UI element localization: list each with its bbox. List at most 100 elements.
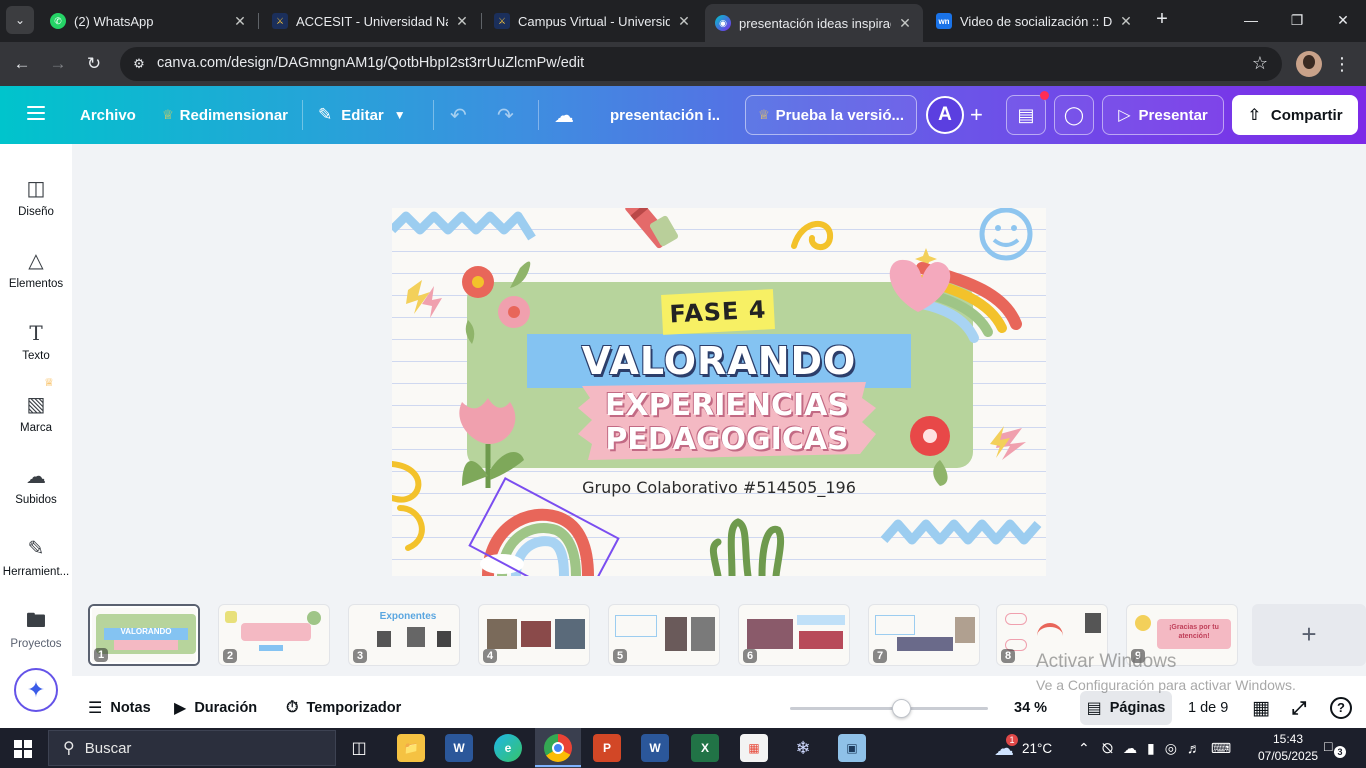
sidebar-item-elements[interactable]: △ Elementos xyxy=(0,226,72,298)
timer-button[interactable]: ⏱ Temporizador xyxy=(286,690,401,726)
slide-subtitle-line2[interactable]: PEDAGOGICAS xyxy=(582,422,872,458)
page-thumbnail-2[interactable]: 2 xyxy=(218,604,330,666)
omnibox[interactable]: ⚙ canva.com/design/DAGmngnAM1g/QotbHbpI2… xyxy=(120,47,1282,81)
sidebar-item-design[interactable]: ◫ Diseño xyxy=(0,154,72,226)
browser-tab-canva[interactable]: ◉ presentación ideas inspirado ✕ xyxy=(705,4,923,42)
notifications-icon[interactable]: □ 3 xyxy=(1324,738,1346,758)
sidebar-item-text[interactable]: T Texto xyxy=(0,298,72,370)
browser-tab-accesit[interactable]: ⚔ ACCESIT - Universidad Nacio ✕ xyxy=(262,4,480,38)
back-button[interactable]: ← xyxy=(8,50,36,78)
task-view-icon[interactable]: ◫ xyxy=(345,734,373,762)
word-icon-2[interactable]: W xyxy=(641,734,669,762)
magic-assistant-icon[interactable]: ✦ xyxy=(14,668,58,712)
duration-button[interactable]: ▶ Duración xyxy=(174,690,257,726)
speaker-icon[interactable]: ♬ xyxy=(1187,740,1201,756)
battery-icon[interactable]: ▮ xyxy=(1147,740,1155,757)
sidebar-item-brand[interactable]: ▧ ♕ Marca xyxy=(0,370,72,442)
profile-avatar[interactable] xyxy=(1296,51,1322,77)
page-thumbnail-1[interactable]: VALORANDO 1 xyxy=(88,604,200,666)
hamburger-menu-icon[interactable] xyxy=(27,106,45,120)
app-icon[interactable]: ❄ xyxy=(789,734,817,762)
share-button[interactable]: ⇧ Compartir xyxy=(1232,95,1358,135)
page-thumbnail-5[interactable]: 5 xyxy=(608,604,720,666)
restore-button[interactable]: ❐ xyxy=(1274,6,1320,34)
page-thumbnail-6[interactable]: 6 xyxy=(738,604,850,666)
phase-label[interactable]: FASE 4 xyxy=(661,289,775,335)
cloud-saved-icon[interactable]: ☁ xyxy=(554,86,574,144)
resize-button[interactable]: ♕ Redimensionar xyxy=(162,86,288,144)
search-placeholder: Buscar xyxy=(84,739,132,757)
file-explorer-icon[interactable]: 📁 xyxy=(397,734,425,762)
slide-subtitle-line1[interactable]: EXPERIENCIAS xyxy=(582,388,872,424)
sidebar-item-tools[interactable]: ✎ Herramient... xyxy=(0,514,72,586)
zoom-slider[interactable] xyxy=(790,699,988,718)
minimize-button[interactable]: — xyxy=(1228,6,1274,34)
windows-start-icon[interactable] xyxy=(14,740,32,758)
taskbar-search[interactable]: ⚲ Buscar xyxy=(48,730,336,766)
fullscreen-icon[interactable]: ⤢ xyxy=(1292,690,1306,726)
slide-title[interactable]: VALORANDO xyxy=(527,336,911,386)
edge-icon[interactable]: e xyxy=(494,734,522,762)
close-icon[interactable]: ✕ xyxy=(232,13,248,30)
slide-canvas[interactable]: FASE 4 VALORANDO EXPERIENCIAS PEDAGOGICA… xyxy=(392,208,1046,576)
browser-menu-icon[interactable]: ⋮ xyxy=(1332,50,1352,78)
page-thumbnail-4[interactable]: 4 xyxy=(478,604,590,666)
close-icon[interactable]: ✕ xyxy=(676,13,692,30)
redo-icon[interactable]: ↷ xyxy=(497,86,514,144)
user-avatar[interactable]: A xyxy=(926,96,964,134)
pages-view-button[interactable]: ▤ Páginas xyxy=(1080,691,1172,725)
bookmark-star-icon[interactable]: ☆ xyxy=(1252,53,1268,74)
tray-icons[interactable]: ⌃ ⦰ ☁ ▮ ◎ ♬ ⌨ xyxy=(1078,728,1231,768)
zoom-slider-handle[interactable] xyxy=(892,699,911,718)
close-icon[interactable]: ✕ xyxy=(454,13,470,30)
share-icon: ⇧ xyxy=(1247,107,1261,124)
word-icon[interactable]: W xyxy=(445,734,473,762)
comments-icon[interactable]: ◯ xyxy=(1054,95,1094,135)
chevron-up-icon[interactable]: ⌃ xyxy=(1078,740,1090,757)
browser-tab-whatsapp[interactable]: ✆ (2) WhatsApp ✕ xyxy=(40,4,258,38)
insights-icon[interactable]: ▤ xyxy=(1006,95,1046,135)
close-icon[interactable]: ✕ xyxy=(1118,13,1134,30)
onedrive-icon[interactable]: ☁ xyxy=(1123,740,1137,757)
excel-icon[interactable]: X xyxy=(691,734,719,762)
undo-icon[interactable]: ↶ xyxy=(450,86,467,144)
file-menu[interactable]: Archivo xyxy=(80,86,136,144)
grid-view-icon[interactable]: ▦ xyxy=(1252,690,1270,726)
page-thumbnail-3[interactable]: Exponentes 3 xyxy=(348,604,460,666)
help-button[interactable]: ? xyxy=(1330,690,1352,726)
browser-tab-video[interactable]: wn Video de socialización :: DES ✕ xyxy=(926,4,1144,38)
keyboard-icon[interactable]: ⌨ xyxy=(1211,740,1231,757)
present-button[interactable]: ▷ Presentar xyxy=(1102,95,1224,135)
site-info-icon[interactable]: ⚙ xyxy=(130,55,148,73)
weather-widget[interactable]: ☁ 1 21°C xyxy=(994,728,1052,768)
store-icon[interactable]: ▦ xyxy=(740,734,768,762)
forward-button[interactable]: → xyxy=(44,50,72,78)
edit-menu[interactable]: ✎ Editar ▼ xyxy=(318,86,406,144)
divider xyxy=(538,100,539,130)
reload-button[interactable]: ↻ xyxy=(80,50,108,78)
close-window-button[interactable]: ✕ xyxy=(1320,6,1366,34)
document-title[interactable]: presentación i... xyxy=(610,86,720,144)
no-network-icon[interactable]: ⦰ xyxy=(1102,740,1113,757)
close-icon[interactable]: ✕ xyxy=(897,15,913,32)
wifi-icon[interactable]: ◎ xyxy=(1165,740,1177,757)
powerpoint-icon[interactable]: P xyxy=(593,734,621,762)
sidebar-item-uploads[interactable]: ☁ Subidos xyxy=(0,442,72,514)
photos-icon[interactable]: ▣ xyxy=(838,734,866,762)
sidebar-item-projects[interactable]: 🖿 Proyectos xyxy=(0,586,72,658)
add-collaborator-icon[interactable]: + xyxy=(970,86,983,144)
browser-tab-campus[interactable]: ⚔ Campus Virtual - Universidad ✕ xyxy=(484,4,702,38)
zoom-percentage[interactable]: 34 % xyxy=(1014,690,1047,726)
notes-button[interactable]: ☰ Notas xyxy=(88,690,151,726)
url-text[interactable]: canva.com/design/DAGmngnAM1g/QotbHbpI2st… xyxy=(157,55,584,71)
page-thumbnail-7[interactable]: 7 xyxy=(868,604,980,666)
taskbar-clock[interactable]: 15:43 07/05/2025 xyxy=(1258,731,1318,765)
add-page-button[interactable]: + xyxy=(1252,604,1366,666)
trial-button[interactable]: ♕ Prueba la versió... xyxy=(745,95,917,135)
new-tab-button[interactable]: + xyxy=(1150,8,1174,32)
slide-group-label[interactable]: Grupo Colaborativo #514505_196 xyxy=(542,478,896,497)
page-counter[interactable]: 1 de 9 xyxy=(1188,690,1228,726)
thumb-number: 4 xyxy=(483,649,498,663)
tab-search-button[interactable]: ⌄ xyxy=(6,6,34,34)
chrome-icon[interactable] xyxy=(544,734,572,762)
